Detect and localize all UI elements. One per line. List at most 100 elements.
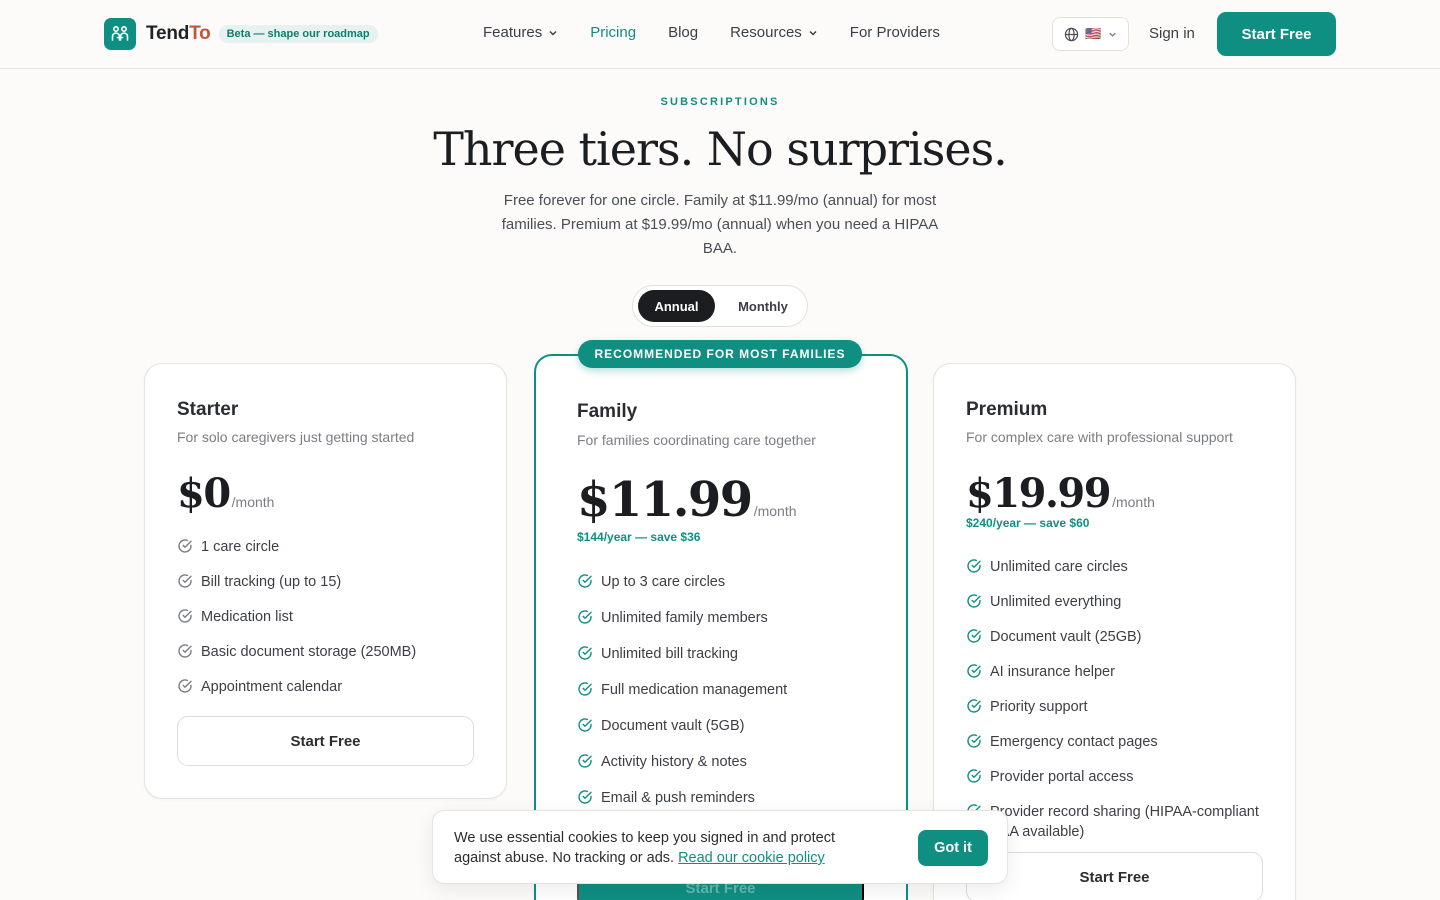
check-circle-icon [966,593,982,615]
toggle-annual-button[interactable]: Annual [638,290,715,322]
plan-feature-item: Bill tracking (up to 15) [177,572,416,595]
plan-feature-item: Emergency contact pages [966,732,1266,755]
plan-description: For solo caregivers just getting started [177,429,415,445]
us-flag-icon: 🇺🇸 [1085,26,1102,41]
check-circle-icon [966,698,982,720]
check-circle-icon [966,558,982,580]
nav-item-for-providers[interactable]: For Providers [850,24,940,41]
chevron-down-icon [1108,32,1116,37]
plan-feature-item: Unlimited family members [577,608,787,631]
plan-feature-label: Priority support [990,699,1088,715]
check-circle-icon [577,573,593,595]
plan-feature-label: Bill tracking (up to 15) [201,574,342,590]
plan-price-row: $11.99 /month [577,472,797,528]
nav-item-resources[interactable]: Resources [730,24,818,41]
check-circle-icon [966,733,982,755]
plan-price: $19.99 [966,470,1112,517]
start-free-button[interactable]: Start Free [1217,12,1336,56]
plan-feature-label: Unlimited family members [601,610,768,626]
plan-feature-item: Provider portal access [966,767,1266,790]
language-selector[interactable]: 🇺🇸 [1052,17,1129,51]
nav-item-blog[interactable]: Blog [668,24,698,41]
plan-feature-label: Full medication management [601,682,788,698]
check-circle-icon [177,608,193,630]
check-circle-icon [966,663,982,685]
check-circle-icon [966,628,982,650]
brand-name: TendTo [146,23,211,45]
nav-item-features[interactable]: Features [483,24,558,41]
check-circle-icon [577,645,593,667]
check-circle-icon [577,717,593,739]
globe-icon [1065,27,1079,41]
plan-feature-label: Medication list [201,609,293,625]
plan-price-period: /month [753,503,797,519]
plan-name: Family [577,401,638,422]
plan-feature-item: Email & push reminders [577,788,787,811]
plan-feature-item: AI insurance helper [966,662,1266,685]
sign-in-link[interactable]: Sign in [1149,25,1195,42]
brand-logo[interactable]: TendTo Beta — shape our roadmap [104,18,378,50]
cookie-accept-button[interactable]: Got it [918,830,988,866]
plan-price-period: /month [231,494,275,510]
plan-feature-item: 1 care circle [177,537,416,560]
plan-feature-item: Activity history & notes [577,752,787,775]
nav-item-label: For Providers [849,24,940,41]
plan-price-row: $19.99 /month [966,470,1155,517]
cookie-message: We use essential cookies to keep you sig… [454,828,874,868]
plan-price: $0 [177,470,231,517]
check-circle-icon [577,753,593,775]
plan-feature-label: 1 care circle [201,539,280,555]
main-menu: Features Pricing Blog Resources For Prov… [483,24,972,41]
plan-description: For families coordinating care together [577,432,816,448]
plan-annual-savings: $240/year — save $60 [966,516,1090,530]
plan-description: For complex care with professional suppo… [966,429,1233,445]
check-circle-icon [177,643,193,665]
page-title: Three tiers. No surprises. [433,122,1008,176]
nav-item-pricing[interactable]: Pricing [590,24,636,41]
recommended-badge: RECOMMENDED FOR MOST FAMILIES [578,340,862,368]
plan-feature-label: Up to 3 care circles [601,574,726,590]
brand-name-part1: Tend [146,23,190,44]
plan-feature-item: Document vault (5GB) [577,716,787,739]
check-circle-icon [577,609,593,631]
check-circle-icon [177,538,193,560]
billing-period-toggle: Annual Monthly [632,285,808,327]
plan-feature-label: Document vault (25GB) [990,629,1142,645]
plan-feature-label: Emergency contact pages [990,734,1158,750]
chevron-down-icon [549,30,557,36]
plan-feature-label: Provider record sharing (HIPAA-compliant… [990,804,1259,840]
plan-feature-label: Provider portal access [990,769,1134,785]
chevron-down-icon [809,30,817,36]
plan-price: $11.99 [577,472,753,528]
top-navbar: TendTo Beta — shape our roadmap Features… [0,0,1440,69]
brand-name-part2: To [189,23,211,44]
cookie-policy-link[interactable]: Read our cookie policy [678,850,825,866]
page-subtitle: Free forever for one circle. Family at $… [501,192,939,257]
plan-feature-label: Unlimited bill tracking [601,646,738,662]
plan-feature-label: Document vault (5GB) [601,718,745,734]
plan-feature-item: Medication list [177,607,416,630]
nav-item-label: Pricing [590,24,637,41]
plan-feature-item: Basic document storage (250MB) [177,642,416,665]
premium-start-free-button[interactable]: Start Free [966,852,1263,900]
plan-feature-label: Unlimited care circles [990,559,1128,575]
plan-name: Premium [966,399,1048,420]
starter-start-free-button[interactable]: Start Free [177,716,474,766]
plan-feature-list: Unlimited care circles Unlimited everythi… [966,557,1266,854]
beta-badge[interactable]: Beta — shape our roadmap [218,25,378,43]
check-circle-icon [177,678,193,700]
check-circle-icon [177,573,193,595]
toggle-monthly-button[interactable]: Monthly [723,290,803,322]
plan-feature-label: Basic document storage (250MB) [201,644,417,660]
plan-annual-savings: $144/year — save $36 [577,530,701,544]
plan-name: Starter [177,399,239,420]
plan-feature-item: Provider record sharing (HIPAA-compliant… [966,802,1266,842]
plan-feature-item: Full medication management [577,680,787,703]
logo-people-icon [104,18,136,50]
plan-feature-item: Appointment calendar [177,677,416,700]
plan-price-row: $0 /month [177,470,274,517]
plan-feature-label: Appointment calendar [201,679,343,695]
nav-item-label: Resources [730,24,802,41]
plan-feature-list: 1 care circle Bill tracking (up to 15) Med… [177,537,416,712]
plan-feature-item: Unlimited bill tracking [577,644,787,667]
